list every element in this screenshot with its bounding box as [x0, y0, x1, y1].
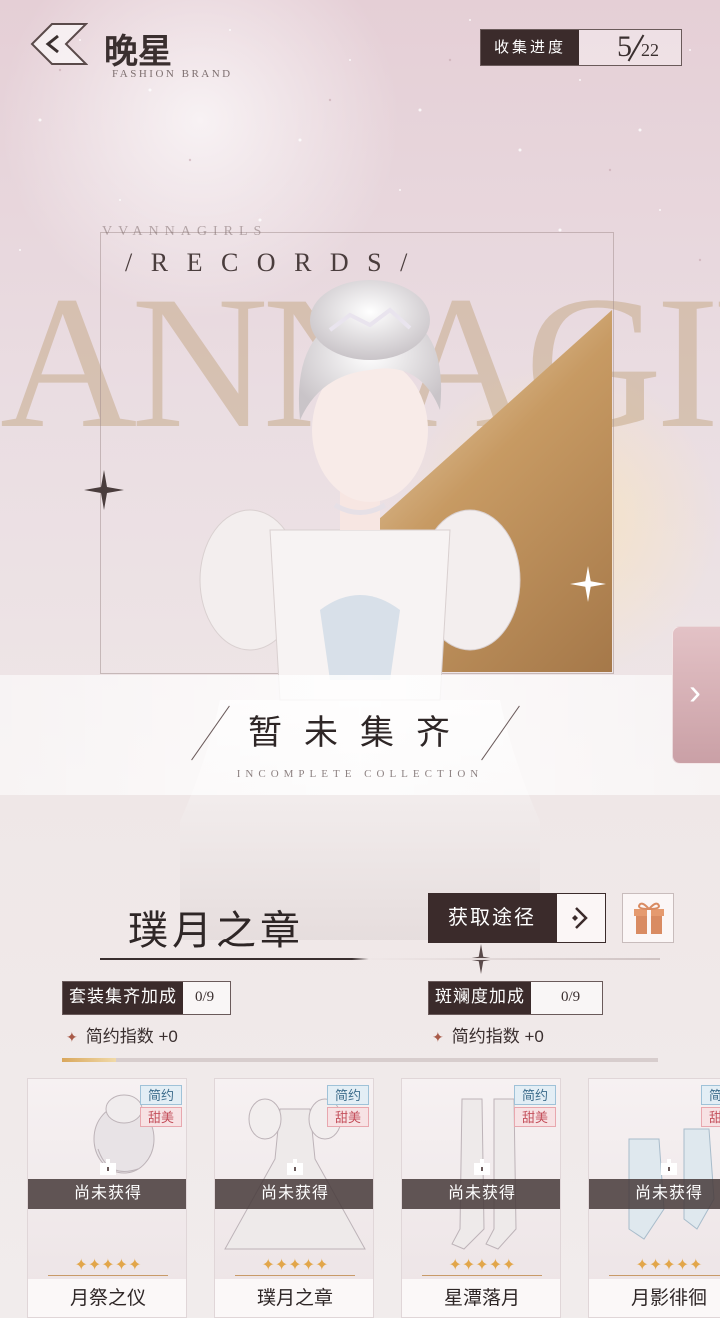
card-name: 璞月之章 — [215, 1279, 373, 1317]
source-arrow-button[interactable] — [556, 893, 606, 943]
back-button[interactable] — [28, 22, 88, 72]
item-card[interactable]: 简约 甜美 尚未获得 ✦✦✦✦✦ 月影徘徊 — [588, 1078, 720, 1318]
source-button[interactable]: 获取途径 — [428, 893, 556, 943]
title-underline-fade — [100, 958, 660, 960]
card-status: 尚未获得 — [215, 1179, 373, 1209]
item-card[interactable]: 简约 甜美 尚未获得 ✦✦✦✦✦ 璞月之章 — [214, 1078, 374, 1318]
rarity-stars: ✦✦✦✦✦ — [635, 1257, 703, 1274]
tag-sweet: 甜美 — [327, 1107, 369, 1127]
sparkle-icon: ✦ — [66, 1029, 78, 1045]
collection-progress: 收集进度 5 22 — [480, 29, 682, 66]
bonus-label: 套装集齐加成 — [63, 982, 183, 1014]
stars-underline — [422, 1275, 542, 1276]
tag-simple: 简约 — [327, 1085, 369, 1105]
suit-title: 璞月之章 — [128, 908, 304, 953]
character-figure — [180, 280, 540, 940]
brand-subtitle: FASHION BRAND — [112, 68, 233, 80]
vibrance-bonus: 斑斓度加成 0/9 — [428, 981, 604, 1015]
bonus-value: 0/9 — [195, 989, 215, 1005]
chevron-right-icon: › — [689, 671, 701, 712]
card-name: 月祭之仪 — [28, 1279, 186, 1317]
card-status: 尚未获得 — [402, 1179, 560, 1209]
tag-sweet: 甜美 — [701, 1107, 720, 1127]
stars-underline — [48, 1275, 168, 1276]
tag-sweet: 甜美 — [514, 1107, 556, 1127]
card-status: 尚未获得 — [589, 1179, 720, 1209]
stars-underline — [235, 1275, 355, 1276]
collection-progress-track — [62, 1058, 658, 1062]
collection-status: 暂未集齐 — [248, 715, 472, 752]
collection-progress-fill — [62, 1058, 116, 1062]
lock-icon — [474, 1159, 490, 1175]
tag-simple: 简约 — [140, 1085, 182, 1105]
lock-icon — [661, 1159, 677, 1175]
progress-label: 收集进度 — [481, 30, 579, 65]
brand-title: 晚星 — [104, 34, 172, 71]
rarity-stars: ✦✦✦✦✦ — [74, 1257, 142, 1274]
rarity-stars: ✦✦✦✦✦ — [261, 1257, 329, 1274]
bonus-value: 0/9 — [561, 989, 581, 1005]
card-name: 月影徘徊 — [589, 1279, 720, 1317]
bonus-stat-name: 简约指数 — [451, 1027, 520, 1046]
item-card[interactable]: 简约 甜美 尚未获得 ✦✦✦✦✦ 月祭之仪 — [27, 1078, 187, 1318]
records-heading: / R E C O R D S / — [125, 248, 414, 277]
bonus-stat-value: +0 — [158, 1027, 178, 1046]
rarity-stars: ✦✦✦✦✦ — [448, 1257, 516, 1274]
next-suit-tab[interactable]: › — [672, 626, 720, 764]
chevron-right-icon — [572, 907, 588, 929]
lock-icon — [100, 1159, 116, 1175]
gift-icon — [634, 902, 664, 934]
progress-value: 5 22 — [579, 30, 681, 65]
records-watermark: VVANNAGIRLS — [102, 224, 268, 239]
sparkle-icon: ✦ — [432, 1029, 444, 1045]
card-name: 星潭落月 — [402, 1279, 560, 1317]
item-card[interactable]: 简约 甜美 尚未获得 ✦✦✦✦✦ 星潭落月 — [401, 1078, 561, 1318]
card-status: 尚未获得 — [28, 1179, 186, 1209]
bonus-stat: ✦ 简约指数 +0 — [66, 1022, 178, 1047]
sparkle-star-icon — [84, 470, 124, 510]
gift-button[interactable] — [622, 893, 674, 943]
bonus-stat-name: 简约指数 — [85, 1027, 154, 1046]
collection-status-sub: INCOMPLETE COLLECTION — [236, 768, 484, 780]
bonus-stat-value: +0 — [524, 1027, 544, 1046]
stars-underline — [609, 1275, 720, 1276]
suit-bonus: 套装集齐加成 0/9 — [62, 981, 232, 1015]
bonus-stat: ✦ 简约指数 +0 — [432, 1022, 544, 1047]
tag-sweet: 甜美 — [140, 1107, 182, 1127]
tag-simple: 简约 — [701, 1085, 720, 1105]
lock-icon — [287, 1159, 303, 1175]
tag-simple: 简约 — [514, 1085, 556, 1105]
progress-total: 22 — [641, 40, 659, 60]
bonus-label: 斑斓度加成 — [429, 982, 531, 1014]
sparkle-star-icon — [570, 566, 606, 602]
